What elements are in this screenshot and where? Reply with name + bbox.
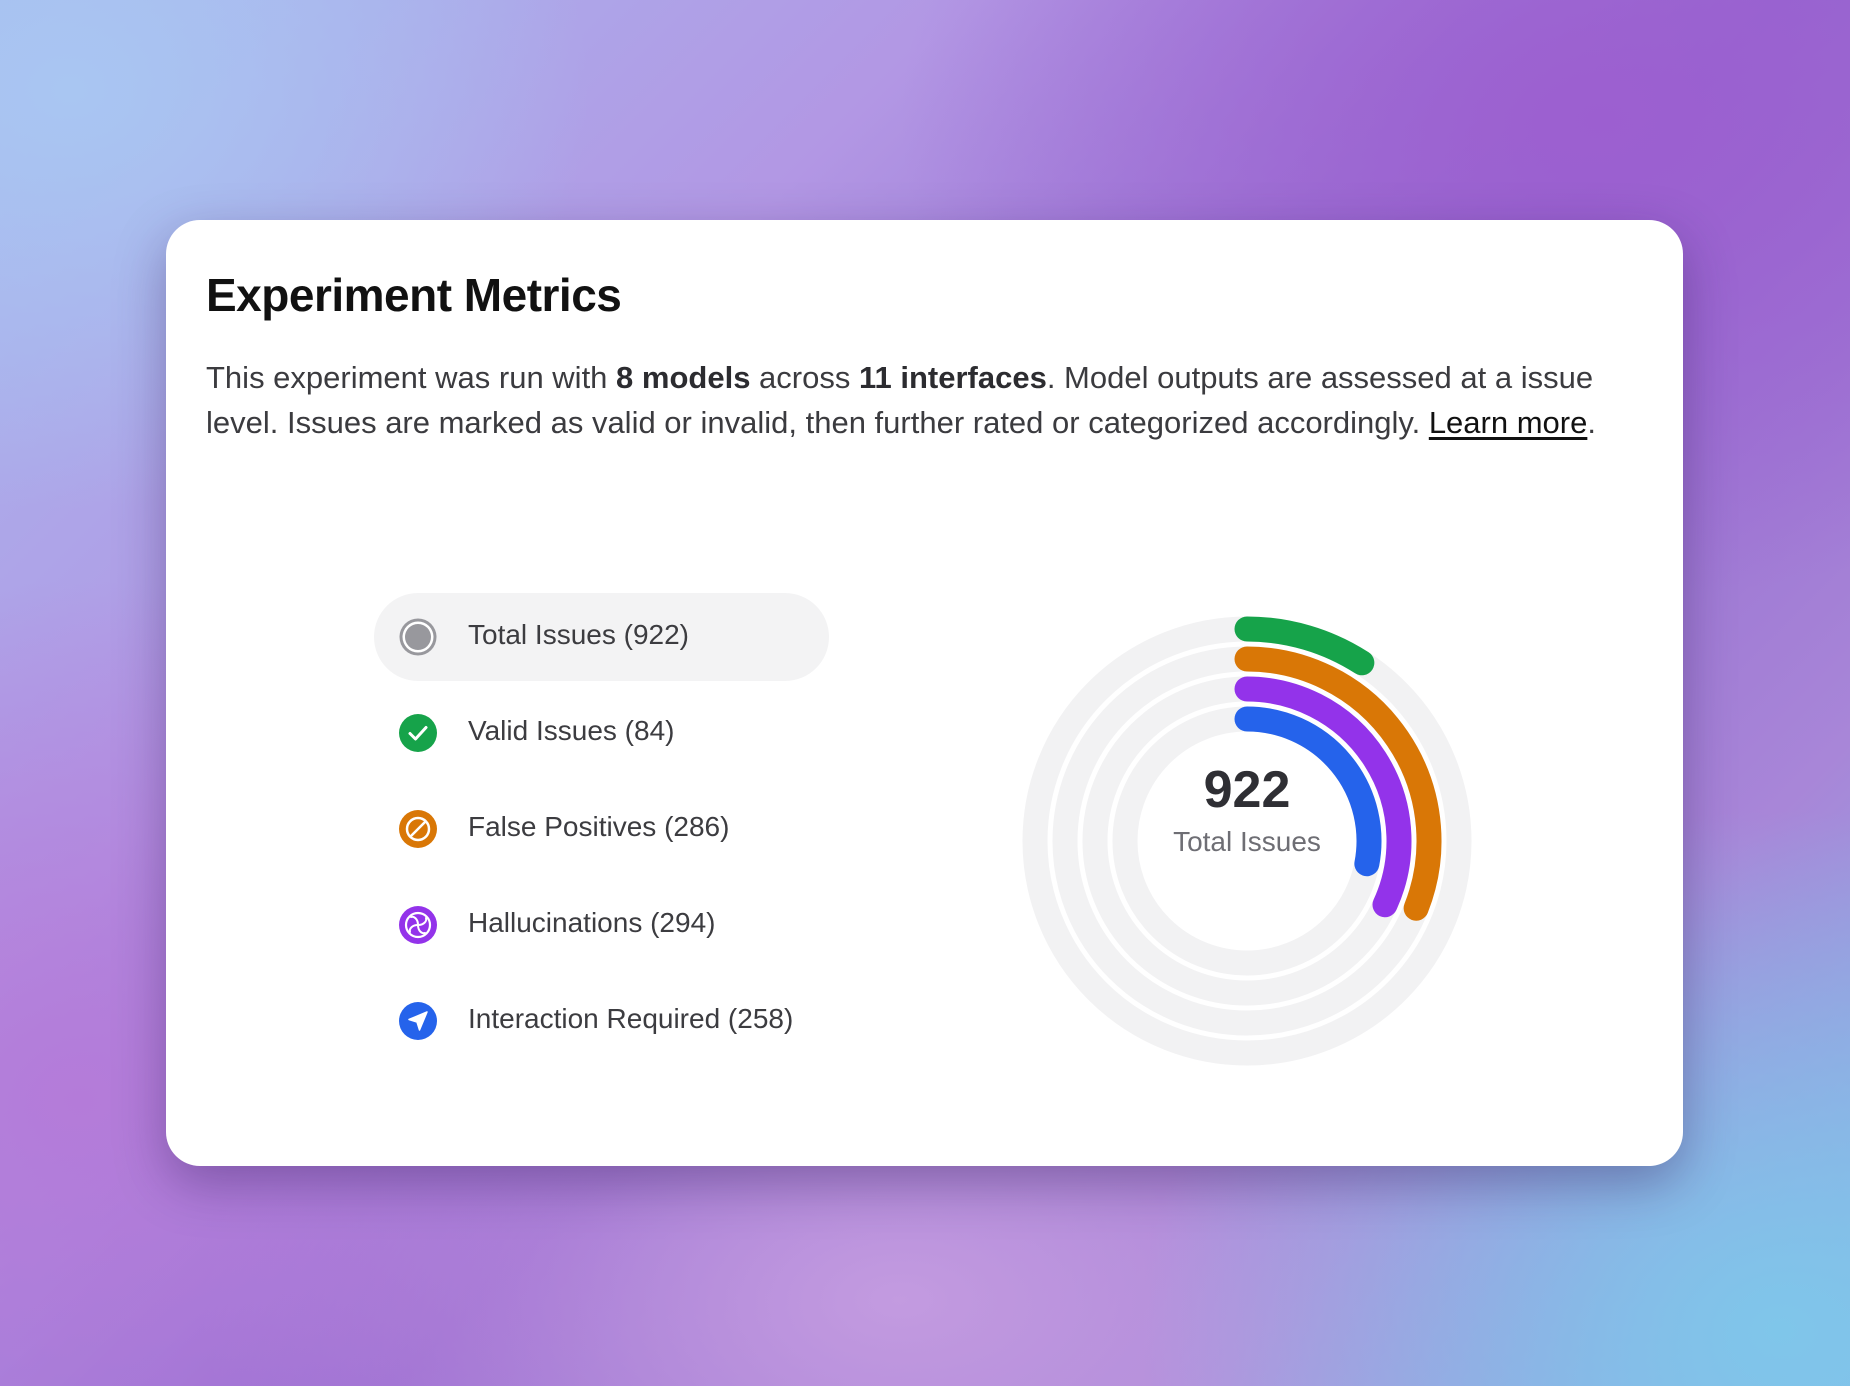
legend-label: Hallucinations (294): [468, 907, 716, 938]
circle-icon: [399, 618, 437, 656]
legend-label: Valid Issues (84): [468, 715, 675, 746]
legend-item-valid-issues[interactable]: Valid Issues (84): [374, 689, 829, 777]
metrics-legend: Total Issues (922) Valid Issues (84) Fal…: [374, 593, 829, 1073]
legend-label: Total Issues (922): [468, 619, 689, 650]
pinwheel-icon: [399, 906, 437, 944]
legend-item-hallucinations[interactable]: Hallucinations (294): [374, 881, 829, 969]
description-text: across: [750, 360, 859, 395]
description-text: This experiment was run with: [206, 360, 617, 395]
card-description: This experiment was run with 8 models ac…: [206, 356, 1646, 445]
interface-count: 11 interfaces: [858, 360, 1047, 395]
legend-label: Interaction Required (258): [468, 1003, 794, 1034]
learn-more-link[interactable]: Learn more: [1429, 405, 1588, 440]
experiment-metrics-card: Experiment Metrics This experiment was r…: [166, 220, 1683, 1166]
slash-circle-icon: [399, 810, 437, 848]
center-label: Total Issues: [1173, 826, 1321, 857]
checkmark-icon: [399, 714, 437, 752]
description-text: .: [1587, 404, 1596, 440]
radial-chart: 922 Total Issues: [988, 582, 1506, 1100]
model-count: 8 models: [616, 360, 751, 395]
legend-item-false-positives[interactable]: False Positives (286): [374, 785, 829, 873]
legend-label: False Positives (286): [468, 811, 730, 842]
legend-item-total-issues[interactable]: Total Issues (922): [374, 593, 829, 681]
navigation-arrow-icon: [399, 1002, 437, 1040]
legend-item-interaction-required[interactable]: Interaction Required (258): [374, 977, 829, 1065]
card-title: Experiment Metrics: [206, 269, 622, 321]
center-value: 922: [1203, 761, 1291, 819]
